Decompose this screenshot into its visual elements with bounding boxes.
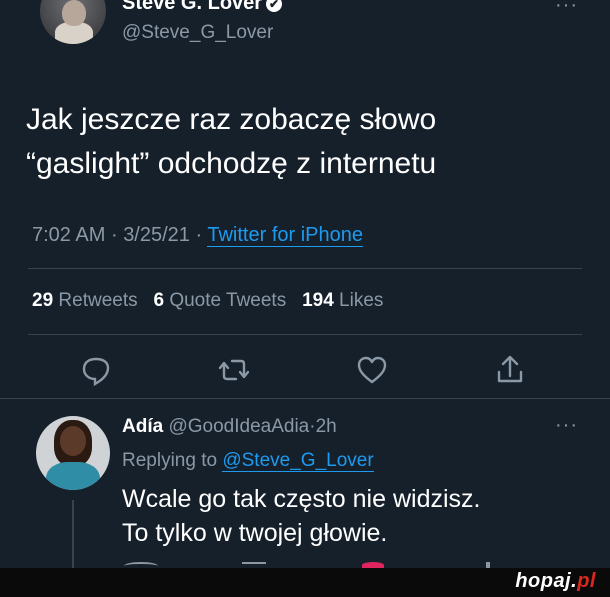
share-icon[interactable] [490, 350, 530, 390]
reply-text-line-1: Wcale go tak często nie widzisz. [122, 485, 481, 513]
thread-line [72, 500, 74, 570]
reply-author-name[interactable]: Adía [122, 416, 163, 437]
more-options-icon[interactable]: ··· [555, 0, 578, 17]
likes-count: 194 [302, 290, 334, 311]
reply-author-avatar[interactable] [36, 416, 110, 490]
replying-prefix: Replying to [122, 450, 218, 471]
likes-stat[interactable]: 194 Likes [302, 290, 383, 311]
verified-badge-icon: ✔ [266, 0, 283, 12]
tweet-time[interactable]: 7:02 AM [32, 224, 105, 246]
retweets-count: 29 [32, 290, 54, 311]
reply-text: Wcale go tak często nie widzisz. To tylk… [122, 482, 592, 550]
author-name[interactable]: Steve G. Lover ✔ [122, 0, 283, 15]
avatar-figure-head [60, 426, 86, 456]
reply-header: Adía @GoodIdeaAdia·2h [122, 416, 337, 438]
tweet-date[interactable]: 3/25/21 [123, 224, 190, 246]
divider [28, 334, 582, 335]
retweets-stat[interactable]: 29 Retweets [32, 290, 138, 311]
reply-author-handle[interactable]: @GoodIdeaAdia [168, 416, 309, 437]
quotes-stat[interactable]: 6 Quote Tweets [153, 290, 286, 311]
tweet-text-line-1: Jak jeszcze raz zobaczę słowo [26, 103, 437, 136]
watermark-name: hopaj [515, 570, 572, 592]
divider [0, 398, 610, 399]
replying-handle-link[interactable]: @Steve_G_Lover [222, 450, 374, 472]
reply-more-options-icon[interactable]: ··· [555, 414, 578, 437]
reply-age[interactable]: 2h [316, 416, 337, 437]
quotes-count: 6 [153, 290, 165, 311]
replying-to: Replying to @Steve_G_Lover [122, 450, 374, 472]
retweet-icon[interactable] [214, 350, 254, 390]
reply-text-line-2: To tylko w twojej głowie. [122, 519, 388, 547]
tweet-source-link[interactable]: Twitter for iPhone [207, 224, 363, 247]
retweets-label: Retweets [58, 290, 138, 311]
divider [28, 268, 582, 269]
tweet-stats: 29 Retweets 6 Quote Tweets 194 Likes [32, 290, 383, 312]
tweet-text-line-2: “gaslight” odchodzę z internetu [26, 147, 437, 180]
watermark-tld: pl [577, 570, 596, 592]
reply-icon[interactable] [76, 350, 116, 390]
likes-label: Likes [339, 290, 384, 311]
avatar-figure-body [46, 462, 100, 490]
meta-separator: · [110, 224, 118, 246]
like-icon[interactable] [352, 350, 392, 390]
avatar-figure-head [62, 0, 86, 26]
tweet-meta: 7:02 AM · 3/25/21 · Twitter for iPhone [32, 224, 363, 247]
author-avatar[interactable] [40, 0, 106, 44]
author-name-text: Steve G. Lover [122, 0, 263, 14]
meta-separator: · [195, 224, 203, 246]
author-handle[interactable]: @Steve_G_Lover [122, 22, 273, 44]
quotes-label: Quote Tweets [169, 290, 287, 311]
watermark-logo: hopaj.pl [515, 570, 596, 593]
tweet-text: Jak jeszcze raz zobaczę słowo “gaslight”… [26, 98, 586, 186]
